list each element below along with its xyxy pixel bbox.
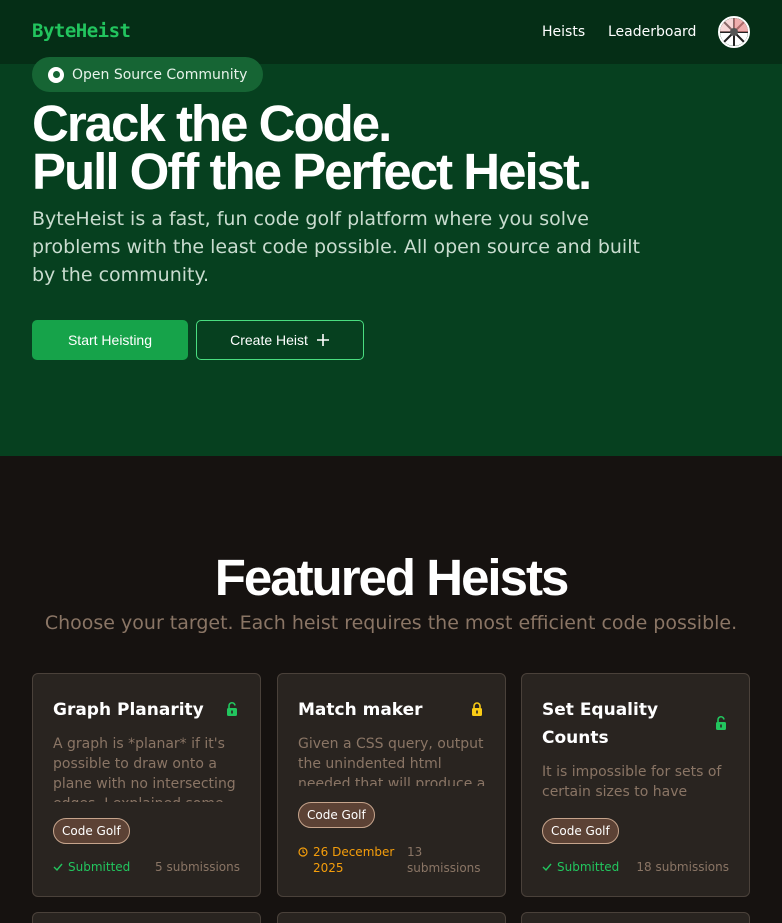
category-tag: Code Golf xyxy=(542,818,619,844)
featured-title: Featured Heists xyxy=(214,549,570,606)
status-label: Submitted xyxy=(68,860,131,874)
submission-count: 18 submissions xyxy=(636,860,729,874)
submission-count: 13 submissions xyxy=(407,845,481,875)
hero-title-line2: Pull Off the Perfect Heist. xyxy=(32,143,592,200)
deadline-label: 26 December 2025 xyxy=(313,845,395,875)
heist-card-peek[interactable] xyxy=(32,912,261,923)
create-heist-label: Create Heist xyxy=(230,332,308,348)
card-title: Set Equality Counts xyxy=(542,700,659,748)
hero-title: Crack the Code. Pull Off the Perfect Hei… xyxy=(32,98,592,197)
nav-link-heists[interactable]: Heists xyxy=(542,24,585,40)
hero-description: ByteHeist is a fast, fun code golf platf… xyxy=(32,208,640,286)
badge-dot-icon xyxy=(48,66,64,83)
deadline: 26 December 2025 xyxy=(298,844,398,876)
hero-section: ByteHeist Heists Leaderboard Open Source… xyxy=(0,0,782,456)
navbar: ByteHeist Heists Leaderboard xyxy=(0,0,782,64)
heist-card-set-equality-counts[interactable]: Set Equality Counts It is impossible for… xyxy=(521,673,750,897)
heist-card-peek[interactable] xyxy=(277,912,506,923)
heist-card-graph-planarity[interactable]: Graph Planarity A graph is *planar* if i… xyxy=(32,673,261,897)
start-heisting-button[interactable]: Start Heisting xyxy=(32,320,188,360)
unlocked-icon xyxy=(227,701,237,716)
community-badge: Open Source Community xyxy=(32,57,264,92)
avatar-image xyxy=(720,18,748,46)
locked-icon xyxy=(472,702,482,716)
heist-card-peek[interactable] xyxy=(521,912,750,923)
logo[interactable]: ByteHeist xyxy=(32,20,131,42)
card-title: Match maker xyxy=(298,700,423,720)
card-description: Given a CSS query, output the unindented… xyxy=(298,736,486,786)
submitted-status: Submitted xyxy=(542,860,619,874)
check-icon xyxy=(53,863,63,872)
category-tag: Code Golf xyxy=(298,802,375,828)
nav-link-leaderboard[interactable]: Leaderboard xyxy=(608,24,696,40)
check-icon xyxy=(542,863,552,872)
submitted-status: Submitted xyxy=(53,860,130,874)
card-title: Graph Planarity xyxy=(53,700,204,720)
avatar[interactable] xyxy=(718,16,750,48)
heist-card-match-maker[interactable]: Match maker Given a CSS query, output th… xyxy=(277,673,506,897)
featured-subtitle: Choose your target. Each heist requires … xyxy=(44,612,738,634)
create-heist-button[interactable]: Create Heist xyxy=(196,320,364,360)
category-tag: Code Golf xyxy=(53,818,130,844)
card-description: It is impossible for sets of certain siz… xyxy=(542,764,722,800)
badge-label: Open Source Community xyxy=(72,66,248,83)
unlocked-icon xyxy=(716,715,726,730)
submission-count: 5 submissions xyxy=(155,860,240,874)
status-label: Submitted xyxy=(557,860,620,874)
clock-icon xyxy=(298,847,308,857)
plus-icon xyxy=(316,334,329,346)
card-description: A graph is *planar* if it's possible to … xyxy=(53,736,236,802)
